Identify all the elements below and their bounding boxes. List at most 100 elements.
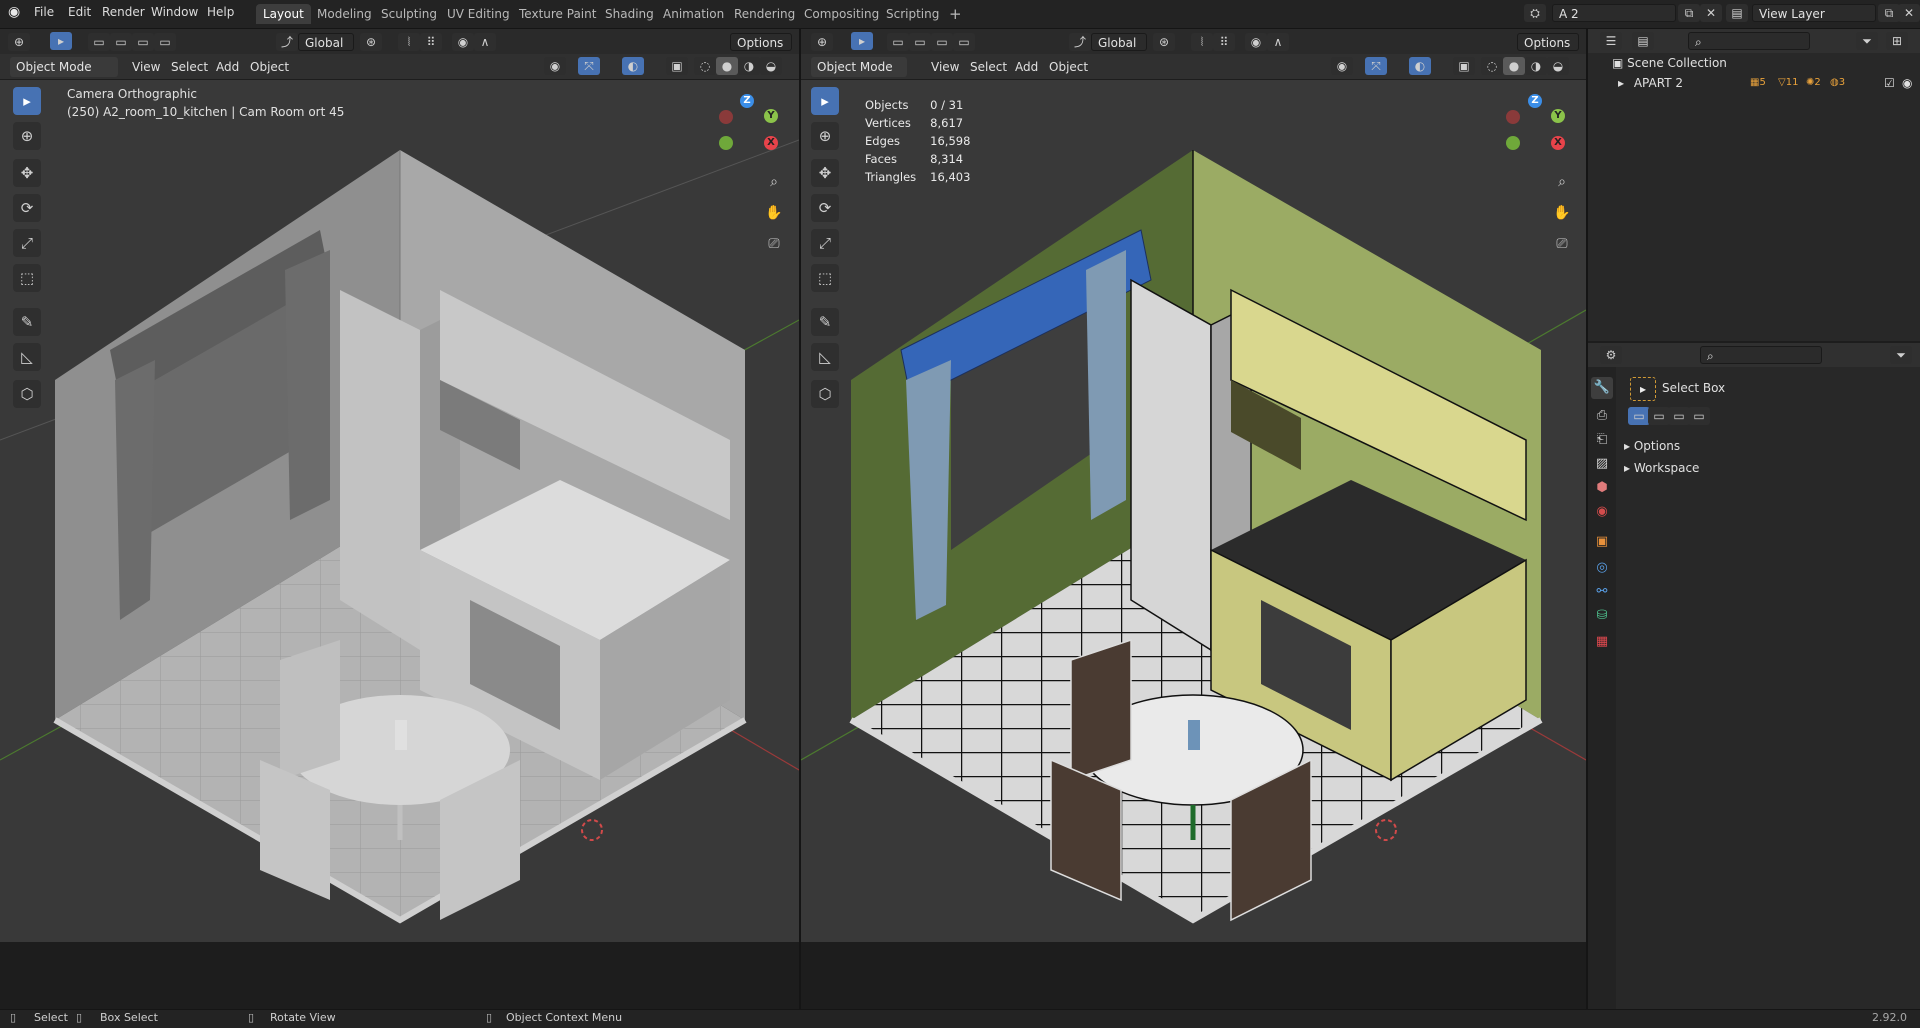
gizmo-toggle-icon[interactable]: ⤧: [578, 57, 600, 75]
outliner-row-apart2[interactable]: ▸ APART 2 ▦5 ▽11 ✺2 ◍3 ☑ ◉ ⎚: [1618, 73, 1918, 93]
tool-rotate-right[interactable]: ⟳: [811, 194, 839, 222]
tool-add-cube-right[interactable]: ⬡: [811, 380, 839, 408]
orientation-icon-right[interactable]: ⤴: [1069, 33, 1091, 51]
tool-rotate[interactable]: ⟳: [13, 194, 41, 222]
copy-scene-icon[interactable]: ⧉: [1678, 4, 1700, 22]
scene-icon[interactable]: ⛭: [1524, 4, 1546, 22]
tab-data-icon[interactable]: ⛁: [1591, 605, 1613, 627]
tab-physics-icon[interactable]: ◎: [1591, 557, 1613, 579]
add-workspace-button[interactable]: +: [942, 4, 969, 24]
close-view-layer-icon[interactable]: ✕: [1898, 4, 1920, 22]
shading-rendered-icon-right[interactable]: ◒: [1547, 57, 1569, 75]
mode-extend-icon[interactable]: ▭: [1648, 407, 1670, 425]
selection-mode-subtract-icon[interactable]: ▭: [132, 33, 154, 51]
zoom-icon[interactable]: ⌕: [762, 170, 786, 194]
menu-add-right[interactable]: Add: [1015, 60, 1038, 74]
proportional-edit-icon-right[interactable]: ◉: [1245, 33, 1267, 51]
xray-icon[interactable]: ▣: [666, 57, 688, 75]
select-tool-icon-right[interactable]: ▸: [851, 32, 873, 50]
gizmo-neg-y-axis-right[interactable]: [1506, 136, 1520, 150]
tab-sculpting[interactable]: Sculpting: [374, 4, 444, 24]
shading-solid-icon[interactable]: ●: [716, 57, 738, 75]
tool-cursor-right[interactable]: ⊕: [811, 122, 839, 150]
selection-mode-invert-icon-right[interactable]: ▭: [953, 33, 975, 51]
gizmo-y-axis-right[interactable]: Y: [1551, 109, 1565, 123]
view-layer-icon[interactable]: ▤: [1726, 4, 1748, 22]
menu-help[interactable]: Help: [207, 5, 234, 19]
tool-transform-right[interactable]: ⬚: [811, 264, 839, 292]
tool-measure[interactable]: ◺: [13, 343, 41, 371]
zoom-icon-right[interactable]: ⌕: [1550, 170, 1574, 194]
selection-mode-subtract-icon-right[interactable]: ▭: [931, 33, 953, 51]
selection-mode-set-icon[interactable]: ▭: [88, 33, 110, 51]
pan-hand-icon[interactable]: ✋: [762, 201, 786, 225]
display-mode-icon[interactable]: ▤: [1632, 32, 1654, 50]
orientation-dropdown[interactable]: Global: [298, 33, 354, 51]
menu-edit[interactable]: Edit: [68, 5, 91, 19]
menu-select[interactable]: Select: [171, 60, 208, 74]
pan-hand-icon-right[interactable]: ✋: [1550, 201, 1574, 225]
gizmo-neg-x-axis-right[interactable]: [1506, 110, 1520, 124]
scene-name-field[interactable]: A 2: [1552, 4, 1676, 22]
tool-annotate-right[interactable]: ✎: [811, 308, 839, 336]
new-collection-icon[interactable]: ⊞: [1886, 32, 1908, 50]
gizmo-toggle-icon-right[interactable]: ⤧: [1365, 57, 1387, 75]
blender-logo-icon[interactable]: ◉: [8, 4, 20, 20]
overlay-toggle-icon-right[interactable]: ◐: [1409, 57, 1431, 75]
tool-annotate[interactable]: ✎: [13, 308, 41, 336]
close-scene-icon[interactable]: ✕: [1700, 4, 1722, 22]
3d-cursor-right[interactable]: [1375, 819, 1397, 841]
tab-compositing[interactable]: Compositing: [797, 4, 886, 24]
exclude-checkbox[interactable]: ☑: [1884, 73, 1895, 93]
shading-material-icon-right[interactable]: ◑: [1525, 57, 1547, 75]
snap-icon[interactable]: ⦚: [398, 33, 420, 51]
tab-world-icon[interactable]: ◉: [1591, 501, 1613, 523]
pivot-point-icon[interactable]: ⊛: [360, 33, 382, 51]
orientation-icon[interactable]: ⤴: [276, 33, 298, 51]
view-layer-field[interactable]: View Layer: [1752, 4, 1876, 22]
gizmo-z-axis[interactable]: Z: [740, 94, 754, 108]
tool-move-right[interactable]: ✥: [811, 159, 839, 187]
tool-move[interactable]: ✥: [13, 159, 41, 187]
snap-target-icon[interactable]: ⠿: [420, 33, 442, 51]
3d-cursor[interactable]: [581, 819, 603, 841]
tool-measure-right[interactable]: ◺: [811, 343, 839, 371]
properties-search-input[interactable]: ⌕: [1700, 346, 1822, 364]
tab-layout[interactable]: Layout: [256, 4, 311, 24]
scene-collection-row[interactable]: ▣ Scene Collection: [1612, 53, 1727, 73]
gizmo-x-axis-right[interactable]: X: [1551, 136, 1565, 150]
proportional-edit-icon[interactable]: ◉: [452, 33, 474, 51]
tab-texture-paint[interactable]: Texture Paint: [512, 4, 603, 24]
visibility-icon-right[interactable]: ◉: [1331, 57, 1353, 75]
right-3d-viewport[interactable]: Objects 0 / 31 Vertices 8,617 Edges 16,598 …: [801, 80, 1586, 942]
menu-render[interactable]: Render: [102, 5, 145, 19]
gizmo-x-axis[interactable]: X: [764, 136, 778, 150]
tab-uv-editing[interactable]: UV Editing: [440, 4, 517, 24]
outliner-editor-type-icon[interactable]: ☰: [1600, 32, 1622, 50]
copy-view-layer-icon[interactable]: ⧉: [1878, 4, 1900, 22]
overlay-toggle-icon[interactable]: ◐: [622, 57, 644, 75]
editor-type-icon-right[interactable]: ⊕: [811, 33, 833, 51]
mode-invert-icon[interactable]: ▭: [1688, 407, 1710, 425]
eye-icon[interactable]: ◉: [1902, 73, 1912, 93]
gizmo-z-axis-right[interactable]: Z: [1528, 94, 1542, 108]
camera-view-icon-right[interactable]: ⎚: [1550, 232, 1574, 256]
tab-modeling[interactable]: Modeling: [310, 4, 379, 24]
tab-rendering[interactable]: Rendering: [727, 4, 802, 24]
options-dropdown[interactable]: Options: [730, 33, 792, 51]
properties-editor-type-icon[interactable]: ⚙: [1600, 346, 1622, 364]
tool-select-box-right[interactable]: ▸: [811, 87, 839, 115]
shading-solid-icon-right[interactable]: ●: [1503, 57, 1525, 75]
shading-rendered-icon[interactable]: ◒: [760, 57, 782, 75]
menu-object-right[interactable]: Object: [1049, 60, 1088, 74]
orientation-dropdown-right[interactable]: Global: [1091, 33, 1147, 51]
menu-add[interactable]: Add: [216, 60, 239, 74]
object-mode-dropdown-right[interactable]: Object Mode: [811, 57, 907, 77]
tool-add-cube[interactable]: ⬡: [13, 380, 41, 408]
selection-mode-extend-icon-right[interactable]: ▭: [909, 33, 931, 51]
menu-window[interactable]: Window: [151, 5, 198, 19]
filter-icon[interactable]: ⏷: [1856, 32, 1878, 50]
pivot-point-icon-right[interactable]: ⊛: [1153, 33, 1175, 51]
tab-view-layer-icon[interactable]: ▨: [1591, 453, 1613, 475]
tab-output-icon[interactable]: ⎗: [1591, 429, 1613, 451]
